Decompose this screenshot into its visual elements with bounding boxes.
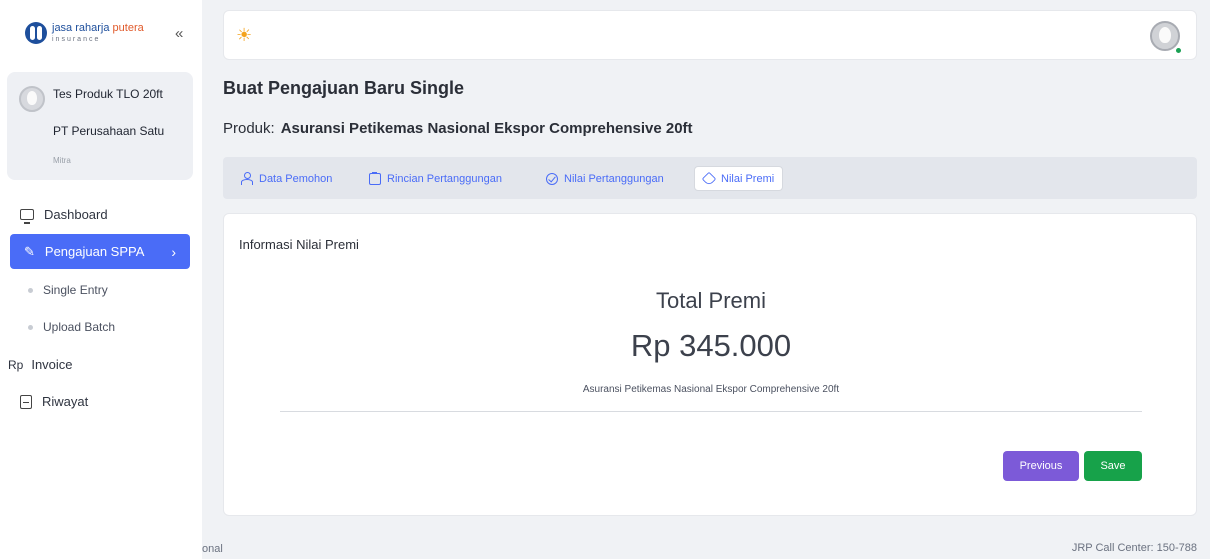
product-label: Produk: <box>223 120 275 137</box>
collapse-sidebar-icon[interactable]: « <box>175 25 183 42</box>
total-premium-value: Rp 345.000 <box>630 328 792 363</box>
divider <box>280 411 1142 412</box>
brand-subtitle: insurance <box>52 36 101 43</box>
nav-item-dashboard[interactable]: Dashboard <box>20 207 108 224</box>
sidebar: jasa raharja putera insurance « Tes Prod… <box>0 0 202 559</box>
chevron-right-icon: › <box>171 243 176 260</box>
bullet-icon <box>28 324 33 330</box>
nav-label-dashboard: Dashboard <box>44 207 108 222</box>
nav-item-riwayat[interactable]: Riwayat <box>20 394 88 409</box>
nav-label-upload-batch: Upload Batch <box>43 320 116 334</box>
sun-icon[interactable]: ☀ <box>236 25 252 46</box>
clipboard-icon <box>369 171 381 185</box>
previous-button[interactable]: Previous <box>1003 451 1079 481</box>
nav-label-riwayat: Riwayat <box>42 394 89 409</box>
step-tabs: Data Pemohon Rincian Pertanggungan Nilai… <box>223 157 1197 199</box>
call-center-text: JRP Call Center: 150-788 <box>1071 542 1197 554</box>
bullet-icon <box>28 287 33 293</box>
tab-label: Rincian Pertanggungan <box>387 172 502 185</box>
logo-icon <box>25 22 47 44</box>
user-company: PT Perusahaan Satu <box>53 124 165 138</box>
top-header: ☀ <box>223 10 1197 60</box>
nav-label-pengajuan: Pengajuan SPPA <box>44 244 145 259</box>
save-button[interactable]: Save <box>1084 451 1142 481</box>
user-card: Tes Produk TLO 20ft PT Perusahaan Satu M… <box>7 72 193 180</box>
product-name: Asuransi Petikemas Nasional Ekspor Compr… <box>280 120 693 137</box>
user-name: Tes Produk TLO 20ft <box>53 87 163 101</box>
product-caption: Asuransi Petikemas Nasional Ekspor Compr… <box>582 384 840 395</box>
tab-label: Nilai Pertanggungan <box>564 172 664 185</box>
online-status-badge <box>1174 46 1183 55</box>
tab-nilai-pertanggungan[interactable]: Nilai Pertanggungan <box>538 166 672 191</box>
brand-logo[interactable]: jasa raharja putera insurance <box>25 22 144 44</box>
tab-label: Nilai Premi <box>721 172 775 185</box>
tab-rincian-pertanggungan[interactable]: Rincian Pertanggungan <box>361 166 510 191</box>
tab-data-pemohon[interactable]: Data Pemohon <box>233 166 340 191</box>
nav-label-invoice: Invoice <box>31 357 73 372</box>
document-icon <box>20 394 32 409</box>
tag-icon <box>701 171 717 186</box>
nav-item-pengajuan-sppa[interactable]: ✎ Pengajuan SPPA › <box>10 234 190 269</box>
total-premium-label: Total Premi <box>655 288 767 313</box>
pencil-icon: ✎ <box>24 243 35 259</box>
nav-subitem-upload-batch[interactable]: Upload Batch <box>28 320 115 334</box>
tab-nilai-premi[interactable]: Nilai Premi <box>694 166 784 191</box>
footer-text: onal <box>202 543 223 555</box>
check-circle-icon <box>546 172 558 185</box>
tab-label: Data Pemohon <box>259 172 333 185</box>
page-title: Buat Pengajuan Baru Single <box>223 78 465 98</box>
user-avatar <box>19 86 45 112</box>
user-icon <box>241 171 253 185</box>
nav-subitem-single-entry[interactable]: Single Entry <box>28 283 108 297</box>
nav-label-single-entry: Single Entry <box>43 283 108 297</box>
brand-name: jasa raharja putera <box>52 22 144 34</box>
rupiah-icon: Rp <box>8 357 24 372</box>
card-title: Informasi Nilai Premi <box>239 237 359 252</box>
product-line: Produk: Asuransi Petikemas Nasional Ekspo… <box>223 120 693 137</box>
premium-info-card: Informasi Nilai Premi Total Premi Rp 345… <box>223 213 1197 516</box>
user-role: Mitra <box>53 156 71 165</box>
nav-item-invoice[interactable]: Rp Invoice <box>8 357 73 372</box>
monitor-icon <box>20 209 34 224</box>
